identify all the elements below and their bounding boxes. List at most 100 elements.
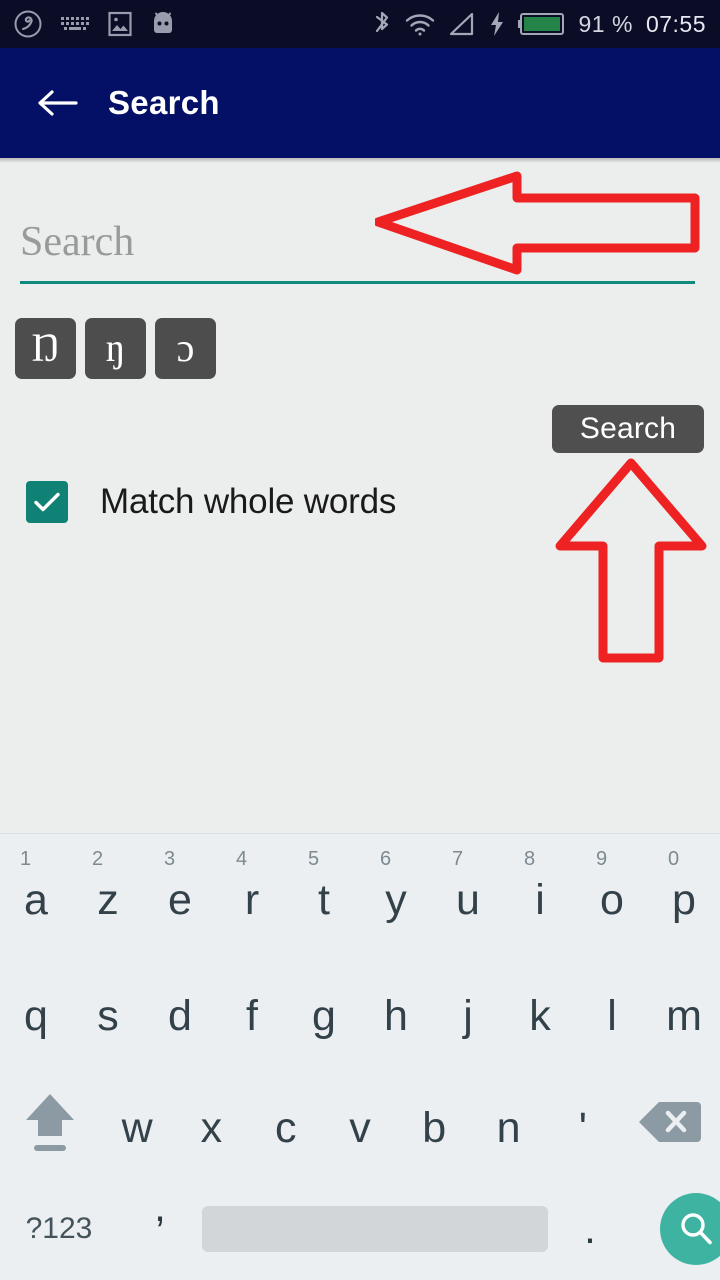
key-label: c [274, 1103, 297, 1152]
key-r[interactable]: 4 r [216, 834, 288, 954]
search-icon [681, 1213, 712, 1245]
key-label: u [456, 875, 480, 924]
key-v[interactable]: v [323, 1067, 397, 1177]
key-hint: 8 [524, 848, 536, 870]
backspace-key[interactable] [620, 1067, 720, 1177]
key-m[interactable]: m [648, 954, 720, 1067]
key-label: ' [578, 1103, 587, 1152]
key-label: t [318, 875, 330, 924]
app-swirl-icon [14, 10, 42, 38]
key-l[interactable]: l [576, 954, 648, 1067]
enter-search-key[interactable] [632, 1177, 720, 1280]
shift-icon [26, 1094, 74, 1151]
battery-percent: 91 % [578, 10, 633, 37]
key-label: k [529, 992, 551, 1040]
key-g[interactable]: g [288, 954, 360, 1067]
key-hint: 4 [236, 848, 248, 870]
wifi-icon [405, 12, 435, 36]
key-hint: 6 [380, 848, 392, 870]
key-hint: 0 [668, 848, 680, 870]
key-hint: 3 [164, 848, 176, 870]
status-bar-left-icons [14, 10, 176, 38]
clock: 07:55 [645, 10, 706, 37]
app-bar: Search [0, 48, 720, 158]
phone-screen: 91 % 07:55 Search Search Ŋ ŋ ɔ Search Ma… [0, 0, 720, 1280]
key-label: x [200, 1103, 223, 1152]
charging-bolt-icon [489, 11, 505, 37]
key-label: r [244, 875, 260, 924]
search-input-placeholder: Search [20, 219, 135, 265]
search-screen-body: Search Ŋ ŋ ɔ Search Match whole words [0, 163, 720, 833]
shift-key[interactable] [0, 1067, 100, 1177]
key-label: f [246, 992, 258, 1040]
page-title: Search [108, 84, 220, 121]
key-c[interactable]: c [249, 1067, 323, 1177]
key-s[interactable]: s [72, 954, 144, 1067]
match-whole-words-checkbox[interactable] [26, 481, 68, 523]
key-b[interactable]: b [397, 1067, 471, 1177]
image-icon [108, 11, 132, 37]
key-label: , [154, 1183, 166, 1230]
key-p[interactable]: 0 p [648, 834, 720, 954]
match-whole-words-label: Match whole words [100, 482, 397, 521]
key-label: p [672, 875, 696, 924]
search-input-underline [20, 281, 695, 284]
key-f[interactable]: f [216, 954, 288, 1067]
key-j[interactable]: j [432, 954, 504, 1067]
key-hint: 5 [308, 848, 320, 870]
on-screen-keyboard: 1 a 2 z 3 e 4 r 5 t 6 y 7 u 8 i 9 o 0 p … [0, 833, 720, 1280]
space-bar [202, 1206, 548, 1252]
period-key[interactable]: . [548, 1177, 632, 1280]
battery-icon [517, 11, 566, 37]
special-char-label: ŋ [105, 324, 126, 370]
key-u[interactable]: 7 u [432, 834, 504, 954]
key-label: z [97, 875, 119, 924]
keyboard-row-3: w x c v b n ' [0, 1067, 720, 1177]
search-button[interactable]: Search [552, 405, 704, 453]
comma-key[interactable]: , [118, 1177, 202, 1280]
match-whole-words-row[interactable]: Match whole words [26, 481, 396, 523]
search-input[interactable]: Search [20, 221, 695, 284]
key-label: o [600, 875, 624, 924]
symbols-key[interactable]: ?123 [0, 1177, 118, 1280]
key-label: w [121, 1103, 153, 1152]
key-label: e [168, 875, 192, 924]
space-key[interactable] [202, 1177, 548, 1280]
key-k[interactable]: k [504, 954, 576, 1067]
key-h[interactable]: h [360, 954, 432, 1067]
key-o[interactable]: 9 o [576, 834, 648, 954]
key-apostrophe[interactable]: ' [546, 1067, 620, 1177]
keyboard-icon [60, 14, 90, 34]
key-label: y [385, 875, 407, 924]
key-label: i [535, 875, 545, 924]
special-char-chip[interactable]: ŋ [85, 318, 146, 379]
key-t[interactable]: 5 t [288, 834, 360, 954]
enter-search-fab [660, 1193, 720, 1265]
key-a[interactable]: 1 a [0, 834, 72, 954]
status-bar-right-icons: 91 % 07:55 [372, 10, 707, 38]
backspace-icon [638, 1102, 701, 1142]
arrow-left-icon [38, 90, 78, 116]
symbols-key-label: ?123 [25, 1212, 93, 1245]
key-hint: 2 [92, 848, 104, 870]
key-x[interactable]: x [174, 1067, 248, 1177]
back-button[interactable] [34, 80, 80, 126]
keyboard-row-4: ?123 , . [0, 1177, 720, 1280]
key-w[interactable]: w [100, 1067, 174, 1177]
signal-icon [448, 12, 476, 36]
key-label: s [97, 992, 119, 1040]
key-e[interactable]: 3 e [144, 834, 216, 954]
key-q[interactable]: q [0, 954, 72, 1067]
key-i[interactable]: 8 i [504, 834, 576, 954]
key-label: h [384, 992, 408, 1040]
key-z[interactable]: 2 z [72, 834, 144, 954]
android-head-icon [150, 11, 176, 37]
special-char-chip[interactable]: ɔ [155, 318, 216, 379]
key-label: b [422, 1103, 447, 1152]
key-y[interactable]: 6 y [360, 834, 432, 954]
key-n[interactable]: n [471, 1067, 545, 1177]
key-hint: 7 [452, 848, 464, 870]
special-char-chip[interactable]: Ŋ [15, 318, 76, 379]
key-d[interactable]: d [144, 954, 216, 1067]
key-label: a [24, 875, 48, 924]
